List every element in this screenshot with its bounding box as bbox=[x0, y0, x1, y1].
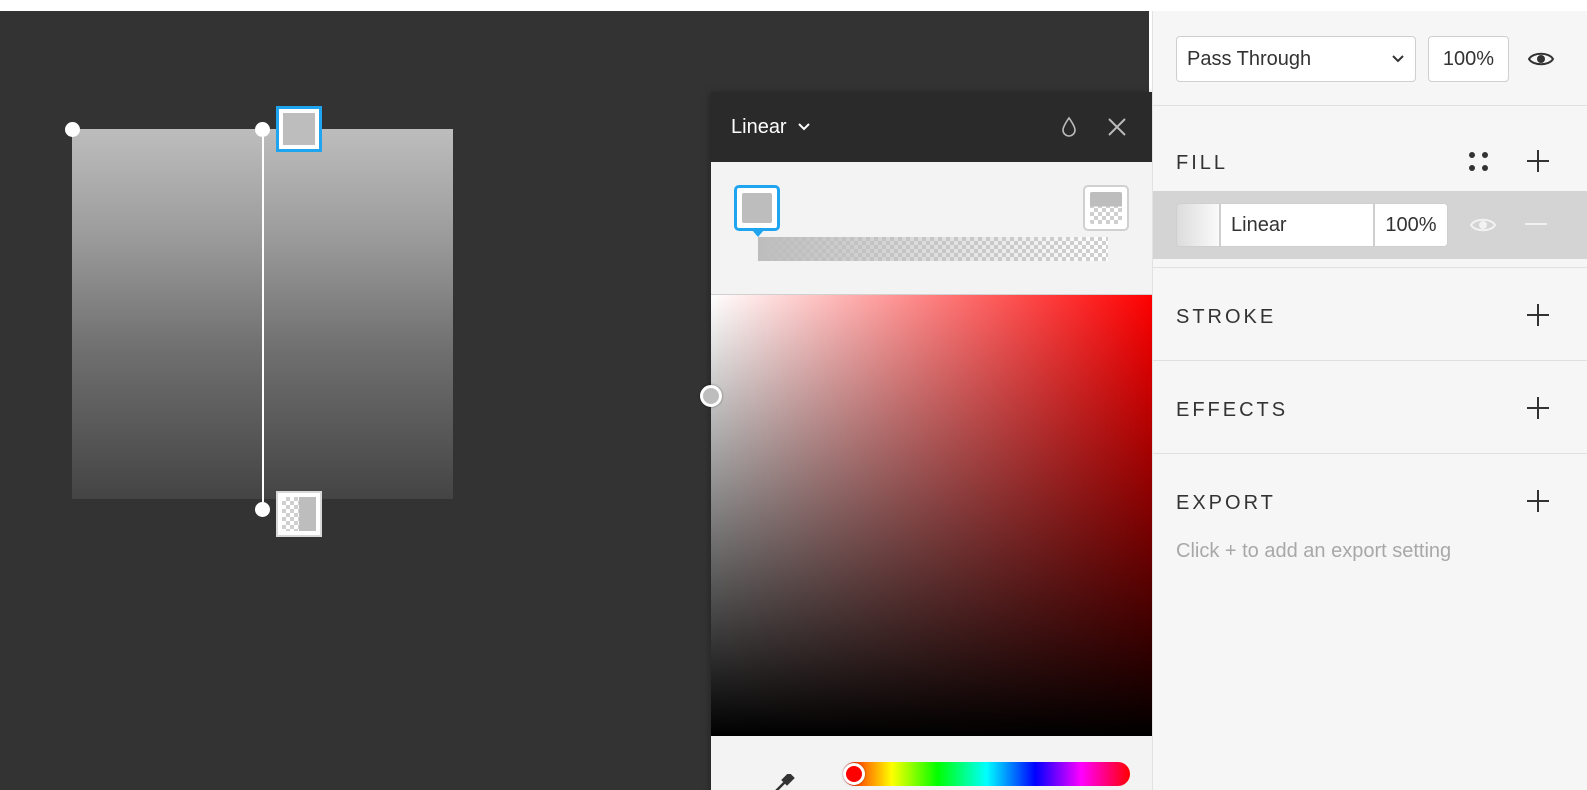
gradient-handle-end[interactable] bbox=[255, 502, 270, 517]
fill-type-name[interactable]: Linear bbox=[1220, 203, 1374, 247]
fill-item: Linear 100% bbox=[1153, 191, 1587, 259]
add-stroke-button[interactable] bbox=[1523, 300, 1553, 330]
saturation-value-area[interactable] bbox=[700, 295, 1152, 736]
add-fill-button[interactable] bbox=[1523, 146, 1553, 176]
layer-row: Pass Through 100% bbox=[1153, 11, 1587, 106]
gradient-stop-start[interactable] bbox=[276, 106, 322, 152]
app-root: Linear Pass Through 100% FILL Linear 100… bbox=[0, 0, 1587, 790]
stop-swatch bbox=[283, 113, 315, 145]
color-picker-panel: Linear bbox=[700, 92, 1152, 790]
resize-handle-top-left[interactable] bbox=[65, 122, 80, 137]
hue-slider-knob[interactable] bbox=[843, 763, 865, 785]
picker-bottom-controls bbox=[711, 736, 1152, 790]
drop-icon[interactable] bbox=[1054, 112, 1084, 142]
fill-swatch[interactable] bbox=[1176, 203, 1220, 247]
picker-header: Linear bbox=[711, 92, 1152, 162]
layer-opacity-input[interactable]: 100% bbox=[1428, 36, 1509, 82]
remove-fill-button[interactable] bbox=[1525, 223, 1547, 225]
eye-icon[interactable] bbox=[1467, 209, 1499, 241]
stroke-title: STROKE bbox=[1176, 306, 1277, 328]
stop-swatch bbox=[1090, 192, 1122, 224]
eye-icon[interactable] bbox=[1525, 43, 1557, 75]
fill-opacity-input[interactable]: 100% bbox=[1374, 203, 1448, 247]
color-stop-end[interactable] bbox=[1083, 185, 1129, 231]
stop-swatch bbox=[282, 497, 316, 531]
eyedropper-icon[interactable] bbox=[771, 774, 795, 790]
inspector-panel: Pass Through 100% FILL Linear 100% STROK… bbox=[1152, 11, 1587, 790]
add-export-button[interactable] bbox=[1523, 486, 1553, 516]
style-grid-icon[interactable] bbox=[1469, 152, 1491, 174]
fill-type-dropdown[interactable]: Linear bbox=[731, 116, 811, 139]
color-stop-start[interactable] bbox=[734, 185, 780, 237]
chevron-down-icon bbox=[797, 123, 810, 131]
effects-title: EFFECTS bbox=[1176, 399, 1289, 421]
stop-swatch bbox=[742, 193, 772, 223]
chevron-down-icon bbox=[1392, 55, 1404, 63]
fill-title: FILL bbox=[1176, 152, 1229, 174]
saturation-value-knob[interactable] bbox=[700, 385, 722, 407]
gradient-stops-bar bbox=[711, 162, 1152, 295]
gradient-preview-bar[interactable] bbox=[758, 237, 1108, 261]
add-effect-button[interactable] bbox=[1523, 393, 1553, 423]
effects-section: EFFECTS bbox=[1153, 361, 1587, 454]
close-icon[interactable] bbox=[1102, 112, 1132, 142]
gradient-stop-end[interactable] bbox=[276, 491, 322, 537]
fill-section: FILL Linear 100% bbox=[1153, 106, 1587, 268]
blend-mode-select[interactable]: Pass Through bbox=[1176, 36, 1416, 82]
export-title: EXPORT bbox=[1176, 492, 1276, 514]
blend-mode-value: Pass Through bbox=[1187, 47, 1312, 70]
gradient-line[interactable] bbox=[262, 129, 264, 510]
stroke-section: STROKE bbox=[1153, 268, 1587, 361]
export-hint-text: Click + to add an export setting bbox=[1176, 540, 1452, 562]
hue-slider[interactable] bbox=[843, 762, 1130, 786]
fill-type-label: Linear bbox=[731, 115, 787, 138]
export-section: EXPORT Click + to add an export setting bbox=[1153, 454, 1587, 654]
gradient-handle-start[interactable] bbox=[255, 122, 270, 137]
